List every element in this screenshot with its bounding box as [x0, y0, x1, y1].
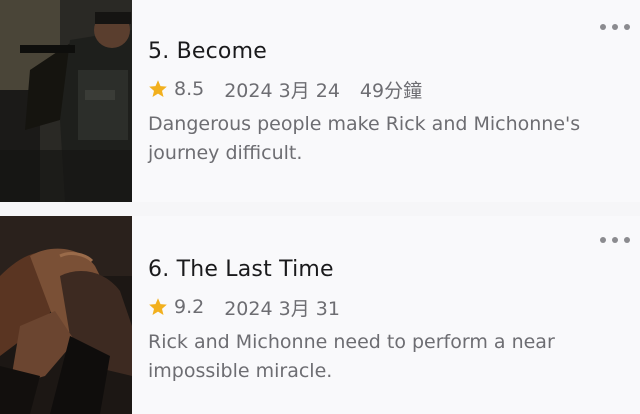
episode-info: 5. Become 8.5 2024 3月 24 49分鐘 Dangerous …: [148, 36, 620, 168]
more-options-button[interactable]: [600, 233, 630, 247]
episode-description: Dangerous people make Rick and Michonne'…: [148, 113, 581, 164]
dot: [612, 237, 618, 243]
dot: [600, 24, 606, 30]
episode-thumbnail[interactable]: [0, 216, 132, 414]
episode-title[interactable]: 5. Become: [148, 36, 620, 68]
rating-value: 8.5: [174, 78, 205, 100]
star-icon: [149, 80, 167, 97]
dot: [612, 24, 618, 30]
more-options-button[interactable]: [600, 20, 630, 34]
air-date: 2024 3月 31: [224, 297, 340, 320]
episode-thumbnail[interactable]: [0, 0, 132, 202]
dot: [600, 237, 606, 243]
episode-description: Rick and Michonne need to perform a near…: [148, 331, 555, 382]
episode-card[interactable]: 6. The Last Time 9.2 2024 3月 31 Rick and…: [0, 216, 640, 414]
dot: [624, 24, 630, 30]
episode-info: 6. The Last Time 9.2 2024 3月 31 Rick and…: [148, 254, 620, 386]
dot: [624, 237, 630, 243]
air-date: 2024 3月 24: [224, 79, 340, 102]
duration: 49分鐘: [359, 79, 423, 102]
episode-meta: 9.2 2024 3月 31: [148, 294, 620, 320]
rating-value: 9.2: [174, 296, 205, 318]
episode-card[interactable]: 5. Become 8.5 2024 3月 24 49分鐘 Dangerous …: [0, 0, 640, 202]
star-icon: [149, 298, 167, 315]
episode-title[interactable]: 6. The Last Time: [148, 254, 620, 286]
episode-meta: 8.5 2024 3月 24 49分鐘: [148, 76, 620, 102]
